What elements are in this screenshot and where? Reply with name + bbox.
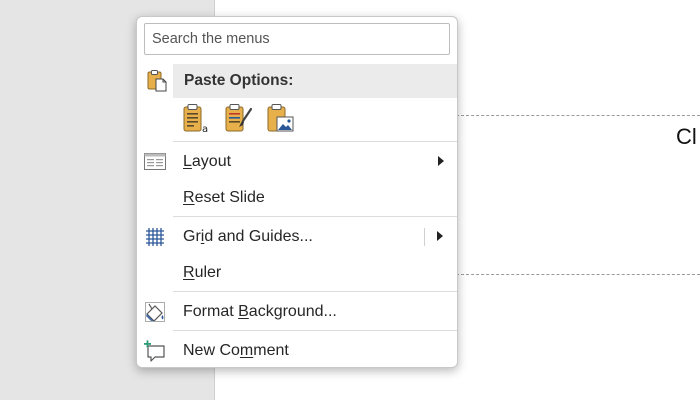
paste-icon	[147, 70, 167, 92]
menu-separator	[173, 291, 457, 292]
paste-keep-source-formatting-button[interactable]	[221, 101, 257, 137]
placeholder-border-bottom	[456, 274, 700, 275]
clipboard-text-icon: a	[183, 104, 208, 135]
menu-item-label: Layout	[183, 153, 232, 170]
paste-use-destination-theme-button[interactable]: a	[179, 101, 215, 137]
menu-item-layout[interactable]: Layout	[137, 144, 457, 180]
new-comment-icon	[144, 340, 165, 362]
menu-separator	[173, 330, 457, 331]
search-menus-input[interactable]	[144, 23, 450, 55]
split-button-divider	[424, 228, 425, 246]
menu-item-label: Ruler	[183, 264, 222, 281]
placeholder-border-top	[456, 115, 700, 116]
chevron-right-icon[interactable]	[437, 231, 443, 241]
grid-icon	[146, 228, 164, 246]
menu-separator	[173, 216, 457, 217]
menu-item-label: Grid and Guides...	[183, 228, 313, 245]
menu-item-new-comment[interactable]: New Comment	[137, 333, 457, 369]
menu-item-label: Format Background...	[183, 303, 337, 320]
clipboard-picture-icon	[267, 104, 294, 132]
svg-text:a: a	[202, 124, 208, 135]
paste-options-header: Paste Options:	[137, 64, 457, 98]
menu-item-ruler[interactable]: Ruler	[137, 255, 457, 291]
format-background-icon	[145, 302, 165, 322]
menu-item-grid-and-guides[interactable]: Grid and Guides...	[137, 219, 457, 255]
context-menu: Paste Options: a	[136, 16, 458, 368]
menu-item-reset-slide[interactable]: Reset Slide	[137, 180, 457, 216]
slide-placeholder-text[interactable]: Cl	[676, 124, 697, 150]
menu-separator	[173, 141, 457, 142]
menu-item-label: New Comment	[183, 342, 289, 359]
menu-item-label: Reset Slide	[183, 189, 265, 206]
paste-options-label: Paste Options:	[184, 72, 294, 89]
paste-picture-button[interactable]	[263, 101, 299, 137]
clipboard-brush-icon	[225, 104, 253, 132]
layout-icon	[144, 153, 166, 170]
chevron-right-icon	[438, 156, 444, 166]
menu-item-format-background[interactable]: Format Background...	[137, 294, 457, 330]
